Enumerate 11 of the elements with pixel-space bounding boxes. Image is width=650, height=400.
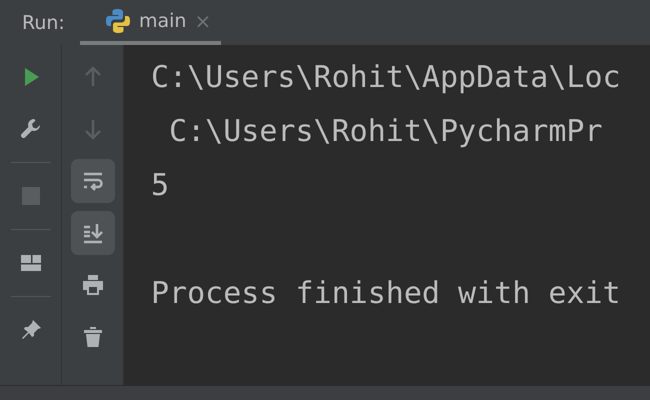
python-icon <box>105 8 131 34</box>
wrench-icon <box>18 117 42 141</box>
console-line: C:\Users\Rohit\AppData\Loc <box>151 60 621 95</box>
exit-message: Process finished with exit <box>151 276 621 311</box>
run-label: Run: <box>21 10 66 36</box>
print-icon <box>80 273 104 297</box>
console-line: 5 <box>151 168 170 203</box>
console-line: C:\Users\Rohit\PycharmPr <box>168 114 603 149</box>
scroll-to-end-button[interactable] <box>70 211 114 255</box>
soft-wrap-button[interactable] <box>70 159 114 203</box>
tab-label: main <box>139 10 186 32</box>
